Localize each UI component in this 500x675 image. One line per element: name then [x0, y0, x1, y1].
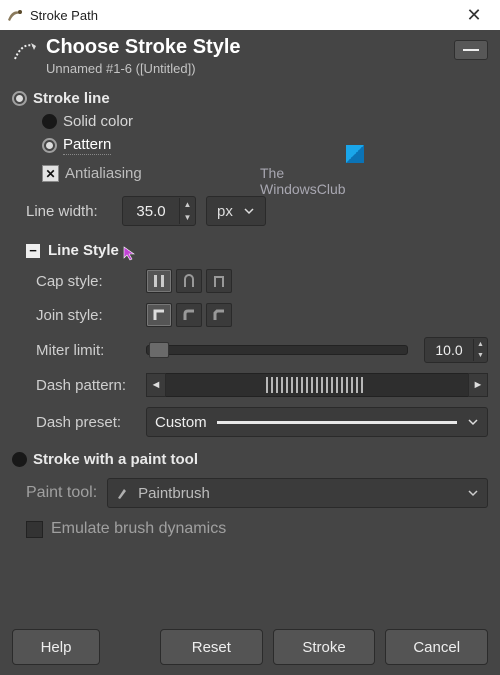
line-width-label: Line width:	[26, 203, 112, 220]
stroke-icon	[12, 38, 38, 64]
paint-tool-title: Stroke with a paint tool	[33, 451, 198, 468]
pattern-label: Pattern	[63, 136, 111, 155]
cap-style-group	[146, 269, 232, 293]
cursor-icon	[122, 245, 138, 261]
solid-color-label: Solid color	[63, 113, 133, 130]
miter-down[interactable]: ▼	[473, 350, 487, 361]
paint-tool-label: Paint tool:	[26, 484, 97, 502]
miter-limit-input[interactable]: ▲▼	[424, 337, 488, 363]
emulate-dynamics-label: Emulate brush dynamics	[51, 520, 226, 538]
cap-round-button[interactable]	[176, 269, 202, 293]
stroke-line-radio[interactable]	[12, 91, 27, 106]
dash-prev-button[interactable]: ◄	[146, 373, 166, 397]
line-width-value[interactable]	[123, 197, 179, 225]
dash-pattern-editor[interactable]: ◄ ►	[146, 373, 488, 397]
cap-butt-button[interactable]	[146, 269, 172, 293]
dash-preset-label: Dash preset:	[36, 414, 136, 431]
dash-next-button[interactable]: ►	[468, 373, 488, 397]
stroke-path-dialog: Stroke Path ✕ Choose Stroke Style Unname…	[0, 0, 500, 675]
line-style-title: Line Style	[48, 242, 119, 259]
stroke-button[interactable]: Stroke	[273, 629, 376, 665]
cap-square-button[interactable]	[206, 269, 232, 293]
paint-tool-radio[interactable]	[12, 452, 27, 467]
dash-preset-dropdown[interactable]: Custom	[146, 407, 488, 437]
titlebar: Stroke Path ✕	[0, 0, 500, 30]
chevron-down-icon	[467, 416, 479, 428]
line-width-up[interactable]: ▲	[179, 198, 195, 211]
reset-button[interactable]: Reset	[160, 629, 263, 665]
close-button[interactable]: ✕	[454, 5, 494, 26]
line-width-unit: px	[217, 203, 233, 220]
dialog-title: Choose Stroke Style	[46, 36, 241, 59]
antialiasing-checkbox[interactable]: ✕	[42, 165, 59, 182]
line-width-input[interactable]: ▲▼	[122, 196, 196, 226]
miter-limit-value[interactable]	[425, 341, 473, 359]
join-bevel-button[interactable]	[206, 303, 232, 327]
paint-tool-dropdown[interactable]: Paintbrush	[107, 478, 488, 508]
dialog-subtitle: Unnamed #1-6 ([Untitled])	[46, 61, 241, 76]
join-miter-button[interactable]	[146, 303, 172, 327]
emulate-dynamics-checkbox[interactable]	[26, 521, 43, 538]
join-style-label: Join style:	[36, 307, 136, 324]
dash-pattern-label: Dash pattern:	[36, 377, 136, 394]
line-width-down[interactable]: ▼	[179, 211, 195, 224]
slider-thumb[interactable]	[149, 342, 169, 358]
paint-tool-value: Paintbrush	[138, 485, 459, 502]
antialiasing-label: Antialiasing	[65, 165, 142, 182]
stroke-line-title: Stroke line	[33, 90, 110, 107]
window-title: Stroke Path	[30, 8, 98, 23]
help-button[interactable]: Help	[12, 629, 100, 665]
chevron-down-icon	[467, 487, 479, 499]
join-style-group	[146, 303, 232, 327]
join-round-button[interactable]	[176, 303, 202, 327]
miter-limit-slider[interactable]	[146, 345, 408, 355]
line-style-expander[interactable]: −	[26, 244, 40, 258]
app-icon	[6, 6, 24, 24]
line-width-unit-dropdown[interactable]: px	[206, 196, 266, 226]
solid-color-radio[interactable]	[42, 114, 57, 129]
cancel-button[interactable]: Cancel	[385, 629, 488, 665]
dash-preset-value: Custom	[155, 414, 207, 431]
menu-button[interactable]	[454, 40, 488, 60]
paintbrush-icon	[116, 486, 130, 500]
dash-preview	[217, 421, 457, 424]
chevron-down-icon	[243, 205, 255, 217]
pattern-radio[interactable]	[42, 138, 57, 153]
miter-up[interactable]: ▲	[473, 339, 487, 350]
cap-style-label: Cap style:	[36, 273, 136, 290]
miter-limit-label: Miter limit:	[36, 342, 136, 359]
dash-canvas[interactable]	[166, 373, 468, 397]
